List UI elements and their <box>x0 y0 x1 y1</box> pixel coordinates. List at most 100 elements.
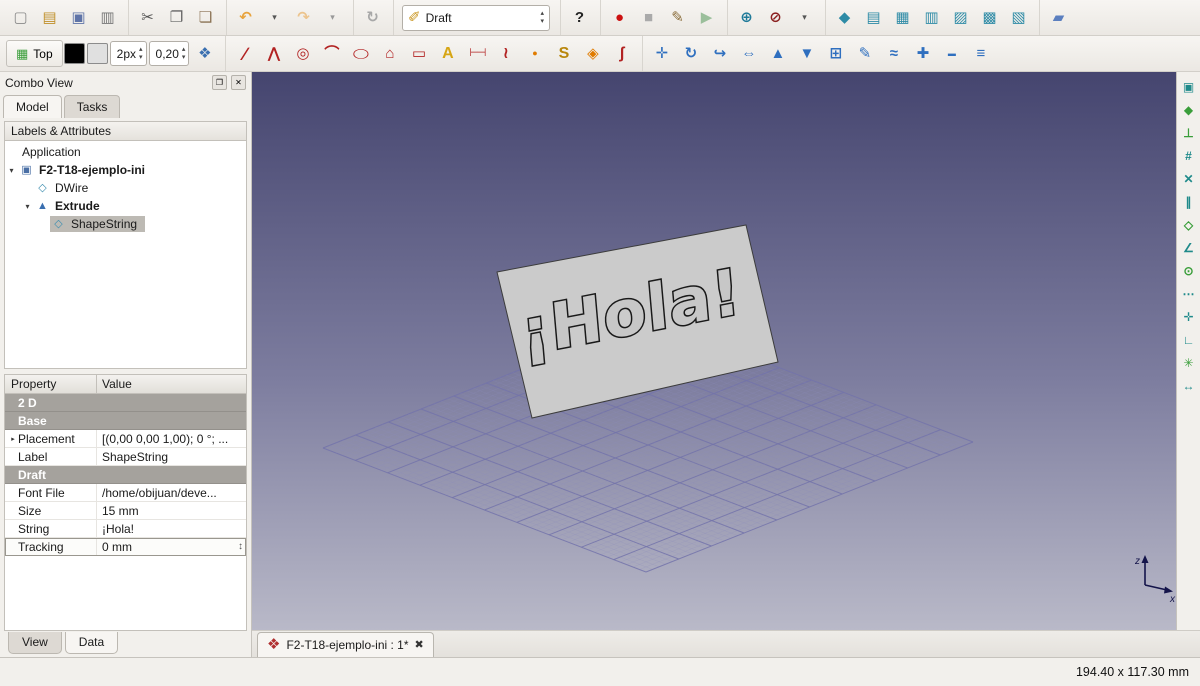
snap-special-button[interactable]: ✳ <box>1179 353 1198 372</box>
property-value[interactable]: /home/obijuan/deve... <box>97 484 246 501</box>
draft-scale-button[interactable]: ⊞ <box>821 39 850 68</box>
draft-facebinder-button[interactable]: ◈ <box>578 39 607 68</box>
property-value[interactable]: [(0,00 0,00 1,00); 0 °; ... <box>97 430 246 447</box>
float-panel-button[interactable]: ❐ <box>212 75 227 90</box>
tree-row[interactable]: ◇ DWire <box>5 179 246 197</box>
snap-perpendicular-button[interactable]: ⊥ <box>1179 123 1198 142</box>
snap-near-button[interactable]: ✛ <box>1179 307 1198 326</box>
draft-text-button[interactable]: A <box>433 39 462 68</box>
workbench-spinner-icon[interactable]: ▴▾ <box>540 10 544 25</box>
draft-dimension-button[interactable]: ⊢⊣ <box>462 39 491 68</box>
draft-ellipse-button[interactable]: ◯ <box>346 39 375 68</box>
snap-ortho-button[interactable]: ∟ <box>1179 330 1198 349</box>
measure-distance-button[interactable]: ▰ <box>1044 3 1073 32</box>
property-row[interactable]: Tracking 0 mm ↕ <box>5 538 246 556</box>
3d-scene[interactable]: ¡Hola! z x <box>252 72 1176 630</box>
draft-line-button[interactable]: ∕ <box>230 39 259 68</box>
view-right-button[interactable]: ▥ <box>917 3 946 32</box>
draft-point-button[interactable]: ● <box>520 39 549 68</box>
snap-dimensions-button[interactable]: ↔ <box>1179 376 1198 395</box>
property-row[interactable]: Size 15 mm <box>5 502 246 520</box>
snap-extension-button[interactable]: ⋯ <box>1179 284 1198 303</box>
3d-viewport[interactable]: ¡Hola! z x <box>252 72 1176 630</box>
draft-upgrade-button[interactable]: ▲ <box>763 39 792 68</box>
draft-wire-button[interactable]: ⋀ <box>259 39 288 68</box>
draft-bspline-button[interactable]: ≀ <box>491 39 520 68</box>
close-panel-button[interactable]: ✕ <box>231 75 246 90</box>
copy-button[interactable]: ❐ <box>162 3 191 32</box>
draft-circle-button[interactable]: ◎ <box>288 39 317 68</box>
macro-record-button[interactable]: ● <box>605 3 634 32</box>
redo-button[interactable]: ↷ <box>289 3 318 32</box>
property-value[interactable]: 15 mm <box>97 502 246 519</box>
clipping-menu-button[interactable]: ▾ <box>790 3 819 32</box>
text-scale-spinner[interactable]: 0,20 ▴▾ <box>149 41 190 66</box>
draft-move-button[interactable]: ✛ <box>647 39 676 68</box>
open-document-button[interactable]: ▤ <box>35 3 64 32</box>
new-document-button[interactable]: ▢ <box>6 3 35 32</box>
draft-rectangle-button[interactable]: ▭ <box>404 39 433 68</box>
draft-delete-point-button[interactable]: ▬ <box>937 39 966 68</box>
property-row[interactable]: ▸ Placement [(0,00 0,00 1,00); 0 °; ... <box>5 430 246 448</box>
undo-menu-button[interactable]: ▾ <box>260 3 289 32</box>
value-spinner-icon[interactable]: ↕ <box>238 541 246 552</box>
workbench-selector[interactable]: ✐ Draft ▴▾ <box>402 5 550 31</box>
line-color-swatch[interactable] <box>64 43 85 64</box>
property-row[interactable]: String ¡Hola! <box>5 520 246 538</box>
tab-tasks[interactable]: Tasks <box>64 95 121 118</box>
snap-intersection-button[interactable]: ✕ <box>1179 169 1198 188</box>
cut-button[interactable]: ✂ <box>133 3 162 32</box>
close-tab-button[interactable]: ✖ <box>415 638 424 651</box>
view-front-button[interactable]: ▤ <box>859 3 888 32</box>
tree-row[interactable]: ▾ ▲ Extrude <box>5 197 246 215</box>
clipping-plane-button[interactable]: ⊘ <box>761 3 790 32</box>
property-value[interactable]: 0 mm ↕ <box>97 538 246 555</box>
draft-polygon-button[interactable]: ⌂ <box>375 39 404 68</box>
tab-view[interactable]: View <box>8 632 62 654</box>
snap-grid-button[interactable]: # <box>1179 146 1198 165</box>
macro-execute-button[interactable]: ▶ <box>692 3 721 32</box>
property-value[interactable]: ShapeString <box>97 448 246 465</box>
spinner-arrows-icon[interactable]: ▴▾ <box>182 46 186 61</box>
snap-angle-button[interactable]: ∠ <box>1179 238 1198 257</box>
property-value[interactable]: ¡Hola! <box>97 520 246 537</box>
tree-expander-icon[interactable]: ▾ <box>5 166 18 175</box>
property-value[interactable] <box>97 394 246 411</box>
macro-stop-button[interactable]: ■ <box>634 3 663 32</box>
value-column-header[interactable]: Value <box>97 377 132 391</box>
draft-offset-button[interactable]: ↪ <box>705 39 734 68</box>
refresh-button[interactable]: ↻ <box>358 3 387 32</box>
view-rear-button[interactable]: ▨ <box>946 3 975 32</box>
property-column-header[interactable]: Property <box>5 375 97 393</box>
spinner-arrows-icon[interactable]: ▴▾ <box>139 46 143 61</box>
macro-edit-button[interactable]: ✎ <box>663 3 692 32</box>
property-expand-icon[interactable]: ▸ <box>8 435 18 443</box>
property-value[interactable] <box>97 466 246 483</box>
view-axonometric-button[interactable]: ◆ <box>830 3 859 32</box>
draft-arc-button[interactable]: ⌒ <box>317 39 346 68</box>
draft-bezcurve-button[interactable]: ʃ <box>607 39 636 68</box>
view-bottom-button[interactable]: ▩ <box>975 3 1004 32</box>
snap-endpoint-button[interactable]: ◇ <box>1179 215 1198 234</box>
draft-add-point-button[interactable]: ✚ <box>908 39 937 68</box>
paste-button[interactable]: ❏ <box>191 3 220 32</box>
working-plane-button[interactable]: ▦ Top <box>6 40 63 67</box>
redo-menu-button[interactable]: ▾ <box>318 3 347 32</box>
property-row[interactable]: Label ShapeString <box>5 448 246 466</box>
snap-midpoint-button[interactable]: ◆ <box>1179 100 1198 119</box>
property-row[interactable]: Base <box>5 412 246 430</box>
draft-rotate-button[interactable]: ↻ <box>676 39 705 68</box>
undo-button[interactable]: ↶ <box>231 3 260 32</box>
snap-center-button[interactable]: ⊙ <box>1179 261 1198 280</box>
tree-row[interactable]: ▾ ▣ F2-T18-ejemplo-ini <box>5 161 246 179</box>
zoom-fit-button[interactable]: ⊕ <box>732 3 761 32</box>
property-value[interactable] <box>97 412 246 429</box>
draft-downgrade-button[interactable]: ▼ <box>792 39 821 68</box>
whats-this-button[interactable]: ? <box>565 3 594 32</box>
line-width-spinner[interactable]: 2px ▴▾ <box>110 41 147 66</box>
property-row[interactable]: Font File /home/obijuan/deve... <box>5 484 246 502</box>
draft-shape2dview-button[interactable]: ≡ <box>966 39 995 68</box>
view-left-button[interactable]: ▧ <box>1004 3 1033 32</box>
snap-parallel-button[interactable]: ∥ <box>1179 192 1198 211</box>
tree-row[interactable]: ◇ ShapeString <box>5 215 246 233</box>
